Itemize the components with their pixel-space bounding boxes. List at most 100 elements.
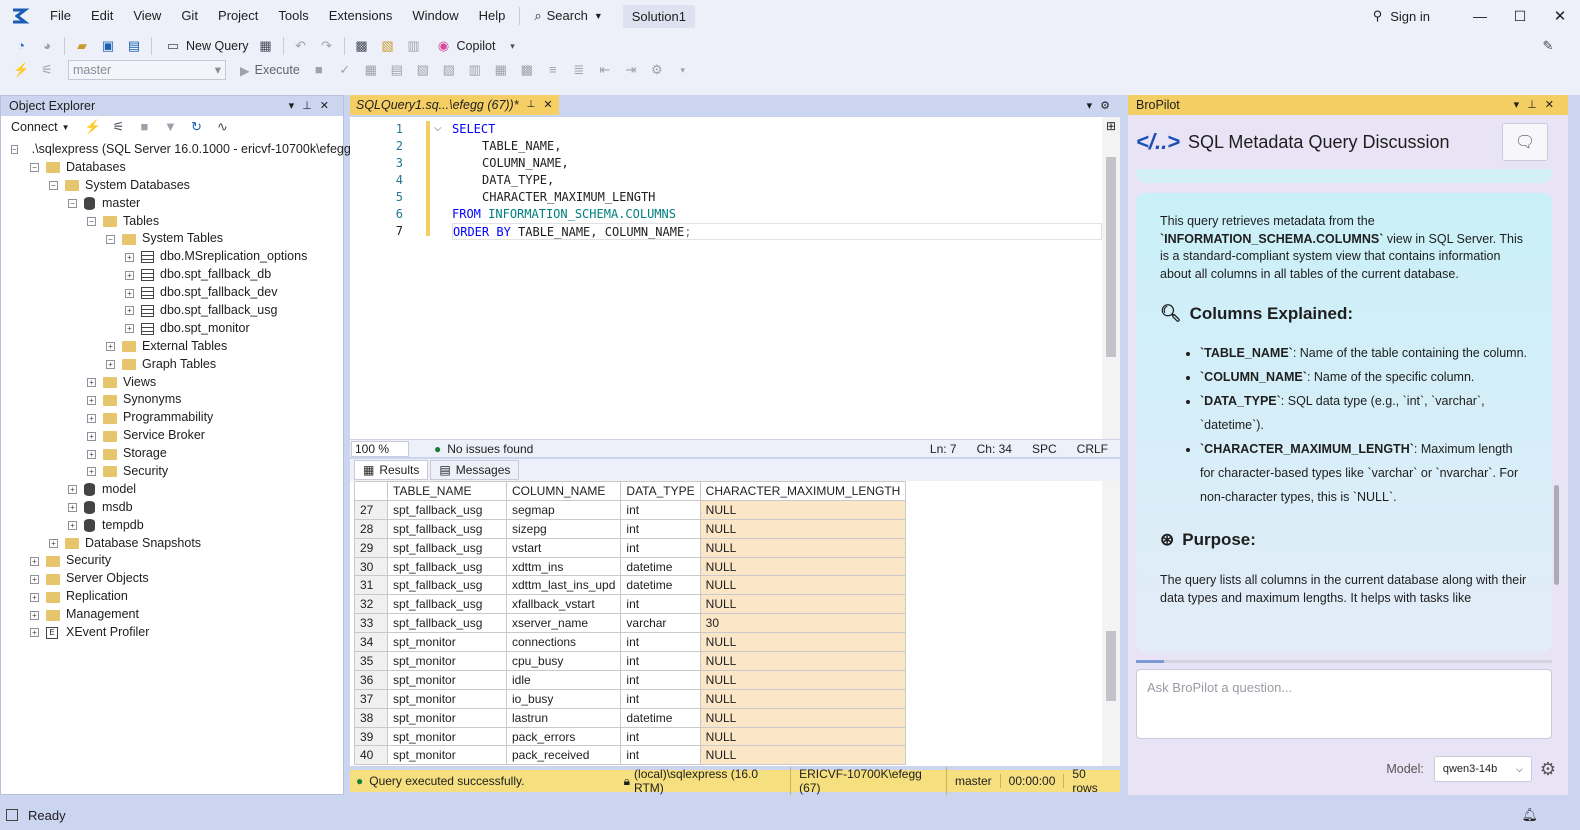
new-chat-button[interactable]: 🗨︎ bbox=[1502, 123, 1548, 161]
table-row[interactable]: 27 spt_fallback_usg segmap int NULL bbox=[354, 499, 907, 520]
menu-project[interactable]: Project bbox=[208, 0, 268, 32]
tree-node-service-broker[interactable]: + Service Broker bbox=[11, 427, 343, 445]
tree-node-msdb[interactable]: + msdb bbox=[11, 499, 343, 517]
table-cell[interactable]: spt_fallback_usg bbox=[387, 613, 507, 634]
row-number-cell[interactable]: 31 bbox=[354, 575, 388, 596]
table-cell[interactable]: int bbox=[620, 688, 701, 709]
table-cell[interactable]: int bbox=[620, 651, 701, 671]
minimize-button[interactable]: — bbox=[1460, 8, 1500, 24]
menu-file[interactable]: File bbox=[40, 0, 81, 32]
tab-query-document[interactable]: SQLQuery1.sq...\efegg (67))* ⊥ ✕ bbox=[350, 95, 559, 115]
scroll-thumb[interactable] bbox=[1106, 631, 1116, 701]
expand-icon[interactable]: + bbox=[125, 306, 134, 316]
uncomment-icon[interactable]: ≣ bbox=[571, 62, 587, 78]
expand-icon[interactable]: + bbox=[125, 324, 134, 334]
tree-node-security-db[interactable]: + Security bbox=[11, 463, 343, 481]
collapse-icon[interactable]: − bbox=[106, 234, 115, 244]
column-header[interactable]: COLUMN_NAME bbox=[505, 481, 622, 501]
table-cell[interactable]: int bbox=[620, 518, 701, 539]
expand-icon[interactable]: + bbox=[125, 270, 134, 280]
sign-in-button[interactable]: ⚲ Sign in bbox=[1373, 8, 1430, 24]
expand-icon[interactable]: + bbox=[30, 574, 39, 584]
tree-node-tables[interactable]: − Tables bbox=[11, 213, 343, 231]
table-cell[interactable]: NULL bbox=[699, 669, 907, 690]
tree-node-replication[interactable]: + Replication bbox=[11, 588, 343, 606]
collapse-region-icon[interactable]: ⌵ bbox=[434, 123, 442, 134]
table-cell[interactable]: NULL bbox=[699, 707, 907, 728]
table-cell[interactable]: NULL bbox=[699, 726, 907, 747]
table-cell[interactable]: spt_fallback_usg bbox=[387, 594, 507, 615]
table-cell[interactable]: segmap bbox=[505, 499, 622, 520]
expand-icon[interactable]: + bbox=[30, 628, 39, 638]
row-number-cell[interactable]: 36 bbox=[354, 669, 388, 690]
table-cell[interactable]: NULL bbox=[699, 537, 907, 558]
expand-icon[interactable]: + bbox=[87, 431, 96, 441]
tree-node-system-databases[interactable]: − System Databases bbox=[11, 177, 343, 195]
table-cell[interactable]: xfallback_vstart bbox=[505, 594, 622, 615]
settings-icon[interactable]: ⚙ bbox=[1540, 759, 1556, 780]
table-row[interactable]: 39 spt_monitor pack_errors int NULL bbox=[354, 726, 907, 747]
tree-node-system-tables[interactable]: − System Tables bbox=[11, 230, 343, 248]
table-cell[interactable]: spt_monitor bbox=[387, 632, 507, 653]
table-cell[interactable]: int bbox=[620, 537, 701, 558]
filter-icon[interactable]: ▼ bbox=[162, 119, 178, 135]
new-query-button[interactable]: ▭ New Query bbox=[160, 38, 249, 54]
activity-icon[interactable]: ∿ bbox=[214, 119, 230, 135]
feedback-icon[interactable]: ✎ bbox=[1540, 38, 1556, 54]
solution-badge[interactable]: Solution1 bbox=[622, 4, 695, 28]
table-row[interactable]: 28 spt_fallback_usg sizepg int NULL bbox=[354, 518, 907, 539]
table-cell[interactable]: spt_monitor bbox=[387, 707, 507, 728]
tree-node-storage[interactable]: + Storage bbox=[11, 445, 343, 463]
table-cell[interactable]: pack_errors bbox=[505, 726, 622, 747]
pin-icon[interactable]: ⊥ bbox=[527, 95, 536, 115]
table-cell[interactable]: varchar bbox=[620, 613, 701, 634]
expand-icon[interactable]: + bbox=[68, 485, 77, 495]
comment-icon[interactable]: ≡ bbox=[545, 62, 561, 78]
expand-icon[interactable]: + bbox=[68, 503, 77, 513]
save-icon[interactable]: ▣ bbox=[100, 38, 116, 54]
table-cell[interactable]: sizepg bbox=[505, 518, 622, 539]
connect-button[interactable]: Connect bbox=[11, 120, 58, 134]
tree-node-snapshots[interactable]: + Database Snapshots bbox=[11, 535, 343, 553]
query-options-icon[interactable]: ▦ bbox=[258, 38, 274, 54]
tree-node-table[interactable]: + dbo.spt_monitor bbox=[11, 320, 343, 338]
row-number-cell[interactable]: 34 bbox=[354, 632, 388, 653]
table-row[interactable]: 30 spt_fallback_usg xdttm_ins datetime NULL bbox=[354, 556, 907, 577]
table-cell[interactable]: spt_monitor bbox=[387, 745, 507, 766]
row-number-cell[interactable]: 32 bbox=[354, 594, 388, 615]
table-row[interactable]: 32 spt_fallback_usg xfallback_vstart int NUL… bbox=[354, 594, 907, 615]
model-select[interactable]: qwen3-14b ⌵ bbox=[1433, 756, 1532, 782]
registered-servers-icon[interactable]: ▧ bbox=[380, 38, 396, 54]
tree-node-xevent[interactable]: + E XEvent Profiler bbox=[11, 624, 343, 642]
table-cell[interactable]: NULL bbox=[699, 632, 907, 653]
table-row[interactable]: 33 spt_fallback_usg xserver_name varchar 30 bbox=[354, 613, 907, 634]
collapse-icon[interactable]: − bbox=[30, 163, 39, 173]
tree-node-server-objects[interactable]: + Server Objects bbox=[11, 570, 343, 588]
tree-node-table[interactable]: + dbo.spt_fallback_dev bbox=[11, 284, 343, 302]
tree-node-graph-tables[interactable]: + Graph Tables bbox=[11, 356, 343, 374]
tree-node-tempdb[interactable]: + tempdb bbox=[11, 517, 343, 535]
table-cell[interactable]: NULL bbox=[699, 575, 907, 596]
tree-node-model[interactable]: + model bbox=[11, 481, 343, 499]
refresh-icon[interactable]: ↻ bbox=[188, 119, 204, 135]
live-stats-icon[interactable]: ▨ bbox=[441, 62, 457, 78]
expand-icon[interactable]: + bbox=[125, 252, 134, 262]
overflow-icon[interactable]: ▾ bbox=[675, 62, 691, 78]
table-cell[interactable]: spt_monitor bbox=[387, 651, 507, 671]
table-cell[interactable]: xdttm_ins bbox=[505, 556, 622, 577]
table-cell[interactable]: spt_fallback_usg bbox=[387, 518, 507, 539]
close-icon[interactable]: ✕ bbox=[543, 95, 552, 115]
menu-window[interactable]: Window bbox=[402, 0, 468, 32]
tree-node-table[interactable]: + dbo.MSreplication_options bbox=[11, 248, 343, 266]
tree-node-security[interactable]: + Security bbox=[11, 552, 343, 570]
back-icon[interactable]: ◔ bbox=[13, 38, 29, 54]
grid-scrollbar[interactable] bbox=[1102, 481, 1120, 766]
menu-help[interactable]: Help bbox=[469, 0, 516, 32]
tree-node-table[interactable]: + dbo.spt_fallback_db bbox=[11, 266, 343, 284]
expand-icon[interactable]: + bbox=[87, 467, 96, 477]
expand-icon[interactable]: + bbox=[87, 449, 96, 459]
parse-icon[interactable]: ✓ bbox=[337, 62, 353, 78]
table-cell[interactable]: vstart bbox=[505, 537, 622, 558]
tab-messages[interactable]: ▤ Messages bbox=[430, 460, 520, 480]
chevron-down-icon[interactable]: ▼ bbox=[62, 123, 70, 132]
